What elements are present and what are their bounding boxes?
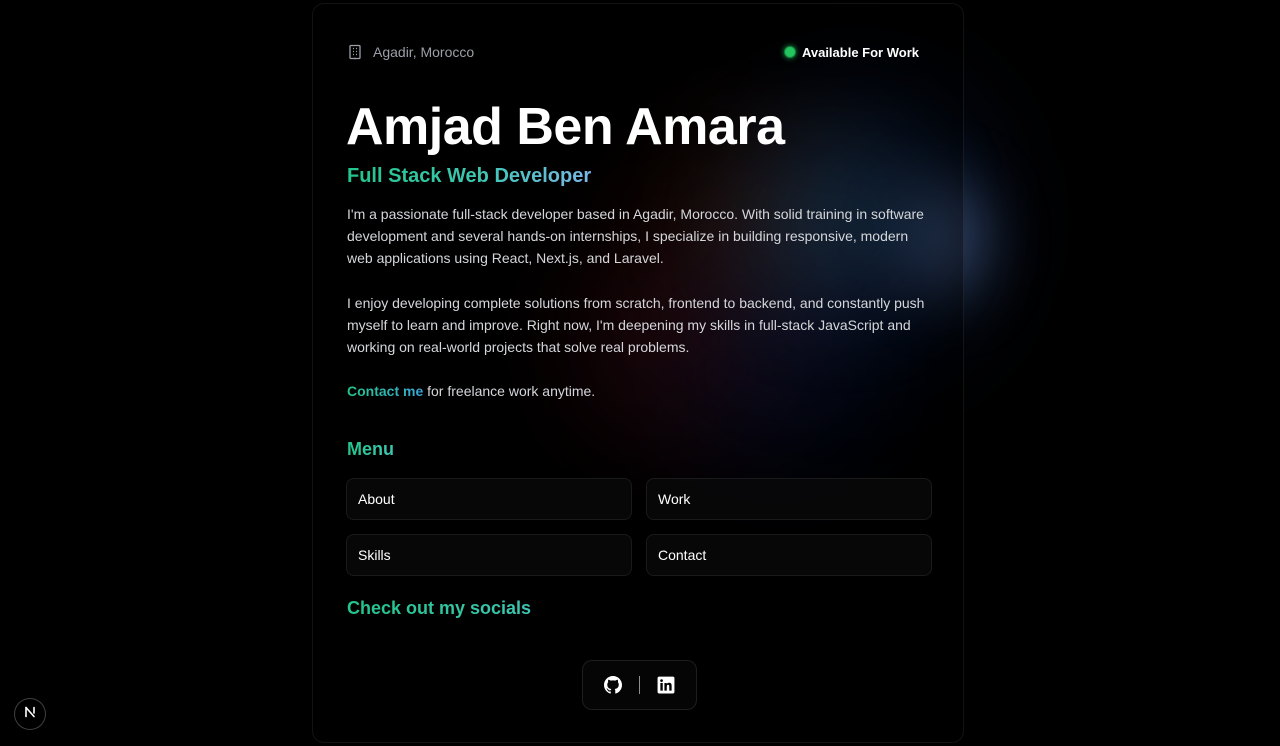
availability-status: Available For Work — [783, 44, 919, 60]
linkedin-icon[interactable] — [656, 675, 676, 695]
social-links — [582, 660, 697, 710]
menu-item-contact[interactable]: Contact — [646, 534, 932, 576]
top-bar: Agadir, Morocco Available For Work — [347, 41, 919, 63]
socials-title: Check out my socials — [347, 598, 532, 618]
menu-title: Menu — [347, 439, 394, 459]
page: Agadir, Morocco Available For Work Amjad… — [0, 0, 1280, 746]
about-paragraph: I enjoy developing complete solutions fr… — [347, 295, 925, 355]
status-dot-icon — [783, 46, 796, 58]
job-title: Full Stack Web Developer — [347, 165, 592, 187]
menu-item-work[interactable]: Work — [646, 478, 932, 520]
nextjs-icon — [23, 705, 37, 724]
divider — [639, 676, 640, 694]
menu-grid: About Work Skills Contact — [346, 478, 932, 576]
about-paragraph: I'm a passionate full-stack developer ba… — [347, 206, 924, 266]
contact-line: Contact me for freelance work anytime. — [347, 380, 937, 402]
menu-item-label: Contact — [658, 547, 707, 563]
contact-me-link[interactable]: Contact me — [347, 383, 423, 399]
menu-item-about[interactable]: About — [346, 478, 632, 520]
menu-item-label: Skills — [358, 547, 391, 563]
github-icon[interactable] — [603, 675, 623, 695]
contact-suffix: for freelance work anytime. — [423, 383, 596, 399]
location-text: Agadir, Morocco — [373, 44, 475, 60]
building-icon — [347, 44, 363, 60]
nextjs-badge[interactable] — [14, 698, 46, 730]
page-title: Amjad Ben Amara — [346, 98, 785, 156]
menu-item-label: About — [358, 491, 395, 507]
status-text: Available For Work — [801, 44, 919, 60]
location: Agadir, Morocco — [347, 44, 474, 60]
menu-item-label: Work — [658, 491, 691, 507]
menu-item-skills[interactable]: Skills — [346, 534, 632, 576]
